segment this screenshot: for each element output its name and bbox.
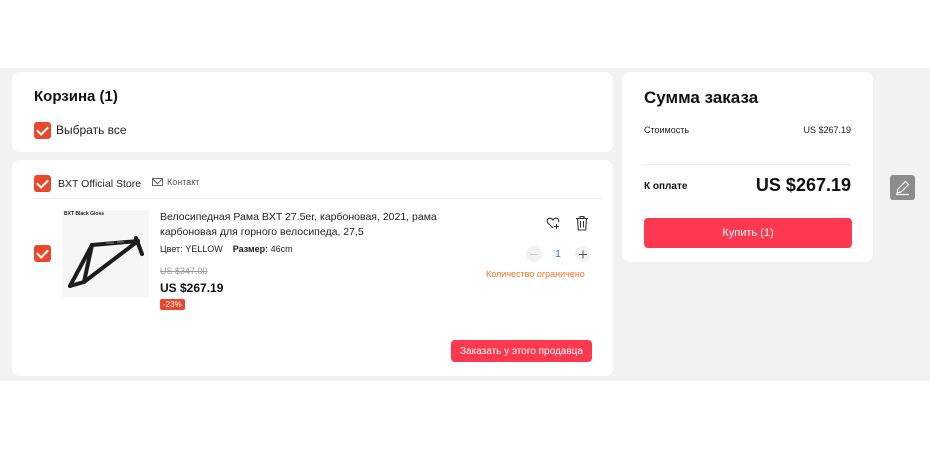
color-key: Цвет: <box>160 244 183 254</box>
order-summary-card: Сумма заказа Стоимость US $267.19 К опла… <box>622 72 873 262</box>
product-image-caption: BXT Black Gloss <box>64 211 105 217</box>
cart-header-card: Корзина (1) Выбрать все <box>12 72 613 152</box>
bike-frame-image <box>68 236 144 288</box>
product-title[interactable]: Велосипедная Рама BXT 27.5er, карбоновая… <box>160 210 450 240</box>
heart-plus-icon[interactable] <box>546 216 560 230</box>
trash-icon[interactable] <box>575 215 589 231</box>
contact-label: Контакт <box>167 177 200 187</box>
product-properties: Цвет: YELLOW Размер: 46cm <box>160 244 293 254</box>
cart-title: Корзина (1) <box>34 88 118 105</box>
mail-icon <box>152 178 163 186</box>
size-value: 46cm <box>270 244 293 254</box>
product-checkbox[interactable] <box>34 245 51 262</box>
cost-label: Стоимость <box>644 125 690 135</box>
quantity-decrease-button[interactable] <box>526 246 542 262</box>
quantity-input[interactable] <box>546 246 570 262</box>
product-price: US $267.19 <box>160 281 224 295</box>
size-key: Размер: <box>232 244 269 254</box>
old-price: US $347.00 <box>160 266 208 276</box>
select-all-checkbox[interactable] <box>34 122 51 139</box>
contact-seller-link[interactable]: Контакт <box>152 177 199 187</box>
quantity-increase-button[interactable] <box>575 246 591 262</box>
total-value: US $267.19 <box>755 175 851 195</box>
buy-button[interactable]: Купить (1) <box>644 218 852 248</box>
pencil-icon <box>896 180 910 196</box>
total-label: К оплате <box>644 181 688 192</box>
store-card: BXT Official Store Контакт BXT Black Glo… <box>12 160 613 376</box>
divider <box>34 198 603 199</box>
product-image[interactable]: BXT Black Gloss <box>62 210 149 297</box>
cost-value: US $267.19 <box>803 125 851 135</box>
summary-title: Сумма заказа <box>644 88 759 107</box>
store-name[interactable]: BXT Official Store <box>58 178 141 190</box>
discount-badge: -23% <box>160 299 185 310</box>
summary-divider <box>644 164 851 165</box>
store-checkbox[interactable] <box>34 175 51 192</box>
color-value: YELLOW <box>185 244 223 254</box>
edit-button[interactable] <box>890 175 915 200</box>
limited-quantity-note: Количество ограничено <box>486 269 585 279</box>
order-from-seller-button[interactable]: Заказать у этого продавца <box>451 340 592 362</box>
select-all-label[interactable]: Выбрать все <box>56 123 127 137</box>
